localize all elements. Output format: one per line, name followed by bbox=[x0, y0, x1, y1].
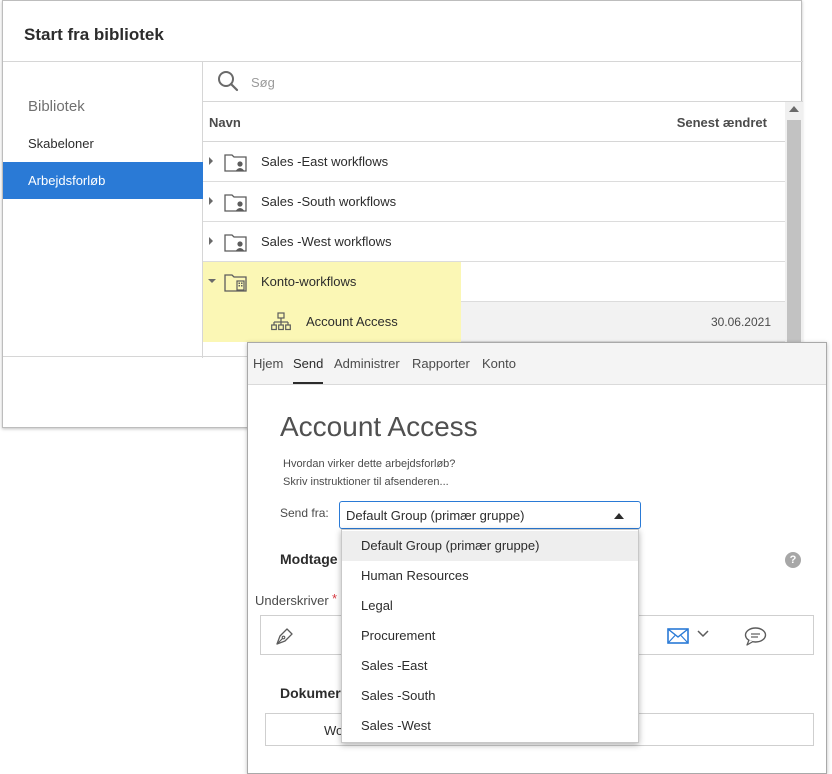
row-label: Sales -South workflows bbox=[261, 194, 397, 209]
required-marker: * bbox=[332, 591, 338, 606]
sidebar-item-workflows[interactable]: Arbejdsforløb bbox=[3, 162, 203, 199]
chevron-right-icon[interactable] bbox=[209, 157, 213, 165]
active-tab-indicator bbox=[293, 382, 323, 384]
row-label: Account Access bbox=[306, 314, 398, 329]
dropdown-option[interactable]: Sales -South bbox=[342, 681, 638, 711]
caret-up-icon[interactable] bbox=[614, 513, 624, 519]
dropdown-option[interactable]: Sales -East bbox=[342, 651, 638, 681]
row-label: Konto-workflows bbox=[261, 274, 357, 289]
column-header-modified[interactable]: Senest ændret bbox=[677, 115, 767, 130]
table-row-konto-workflows[interactable]: Konto-workflows bbox=[203, 262, 785, 302]
search-input[interactable] bbox=[251, 71, 551, 93]
send-from-dropdown: Default Group (primær gruppe) Human Reso… bbox=[341, 529, 639, 743]
tab-send[interactable]: Send bbox=[293, 356, 323, 371]
table-row-sales-west[interactable]: Sales -West workflows bbox=[203, 222, 785, 262]
chevron-down-icon[interactable] bbox=[697, 630, 709, 638]
tab-account[interactable]: Konto bbox=[482, 356, 516, 371]
send-from-value: Default Group (primær gruppe) bbox=[346, 508, 525, 523]
chevron-right-icon[interactable] bbox=[209, 237, 213, 245]
recipients-heading: Modtage bbox=[280, 551, 338, 567]
folder-user-icon bbox=[224, 154, 247, 172]
send-from-select[interactable]: Default Group (primær gruppe) bbox=[339, 501, 641, 529]
workflow-instructions: Skriv instruktioner til afsenderen... bbox=[283, 476, 449, 488]
search-bar bbox=[203, 62, 803, 102]
dialog-title: Start fra bibliotek bbox=[24, 25, 164, 44]
dropdown-option[interactable]: Procurement bbox=[342, 621, 638, 651]
table-row-account-access[interactable]: Account Access 30.06.2021 bbox=[203, 302, 785, 342]
workflow-icon bbox=[271, 312, 291, 331]
mail-icon[interactable] bbox=[667, 628, 689, 644]
dropdown-option[interactable]: Legal bbox=[342, 591, 638, 621]
tab-reports[interactable]: Rapporter bbox=[412, 356, 470, 371]
library-sidebar: Bibliotek Skabeloner Arbejdsforløb bbox=[3, 62, 203, 358]
chevron-down-icon[interactable] bbox=[208, 279, 216, 283]
table-row-sales-south[interactable]: Sales -South workflows bbox=[203, 182, 785, 222]
sidebar-heading: Bibliotek bbox=[28, 98, 85, 115]
folder-user-icon bbox=[224, 234, 247, 252]
row-date: 30.06.2021 bbox=[710, 315, 771, 329]
tab-home[interactable]: Hjem bbox=[253, 356, 283, 371]
workflow-title: Account Access bbox=[280, 411, 478, 442]
folder-user-icon bbox=[224, 194, 247, 212]
scrollbar-thumb[interactable] bbox=[787, 120, 801, 358]
table-row-sales-east[interactable]: Sales -East workflows bbox=[203, 142, 785, 182]
dropdown-option[interactable]: Human Resources bbox=[342, 561, 638, 591]
workflow-description: Hvordan virker dette arbejdsforløb? bbox=[283, 458, 456, 470]
comment-icon[interactable] bbox=[743, 626, 767, 646]
row-label: Sales -East workflows bbox=[261, 154, 389, 169]
send-from-label: Send fra: bbox=[280, 506, 329, 520]
top-nav: Hjem Send Administrer Rapporter Konto bbox=[248, 343, 826, 385]
table-header: Navn Senest ændret bbox=[203, 102, 785, 142]
dropdown-option[interactable]: Default Group (primær gruppe) bbox=[342, 531, 638, 561]
help-icon[interactable]: ? bbox=[785, 552, 801, 568]
sidebar-item-templates[interactable]: Skabeloner bbox=[3, 125, 203, 162]
folder-account-icon bbox=[224, 274, 247, 292]
library-main: Navn Senest ændret Sales -East workflows bbox=[203, 62, 803, 358]
row-label: Sales -West workflows bbox=[261, 234, 392, 249]
search-icon bbox=[218, 71, 239, 92]
pen-icon bbox=[276, 628, 293, 645]
scroll-up-arrow-icon[interactable] bbox=[789, 106, 799, 112]
tab-manage[interactable]: Administrer bbox=[334, 356, 400, 371]
signer-label: Underskriver bbox=[255, 593, 329, 608]
chevron-right-icon[interactable] bbox=[209, 197, 213, 205]
screen: Start fra bibliotek Bibliotek Skabeloner… bbox=[0, 0, 832, 774]
documents-heading: Dokumer bbox=[280, 685, 341, 701]
column-header-name[interactable]: Navn bbox=[209, 115, 241, 130]
library-body: Bibliotek Skabeloner Arbejdsforløb Navn … bbox=[3, 61, 803, 358]
scrollbar[interactable] bbox=[785, 102, 803, 358]
dropdown-option[interactable]: Sales -West bbox=[342, 711, 638, 741]
